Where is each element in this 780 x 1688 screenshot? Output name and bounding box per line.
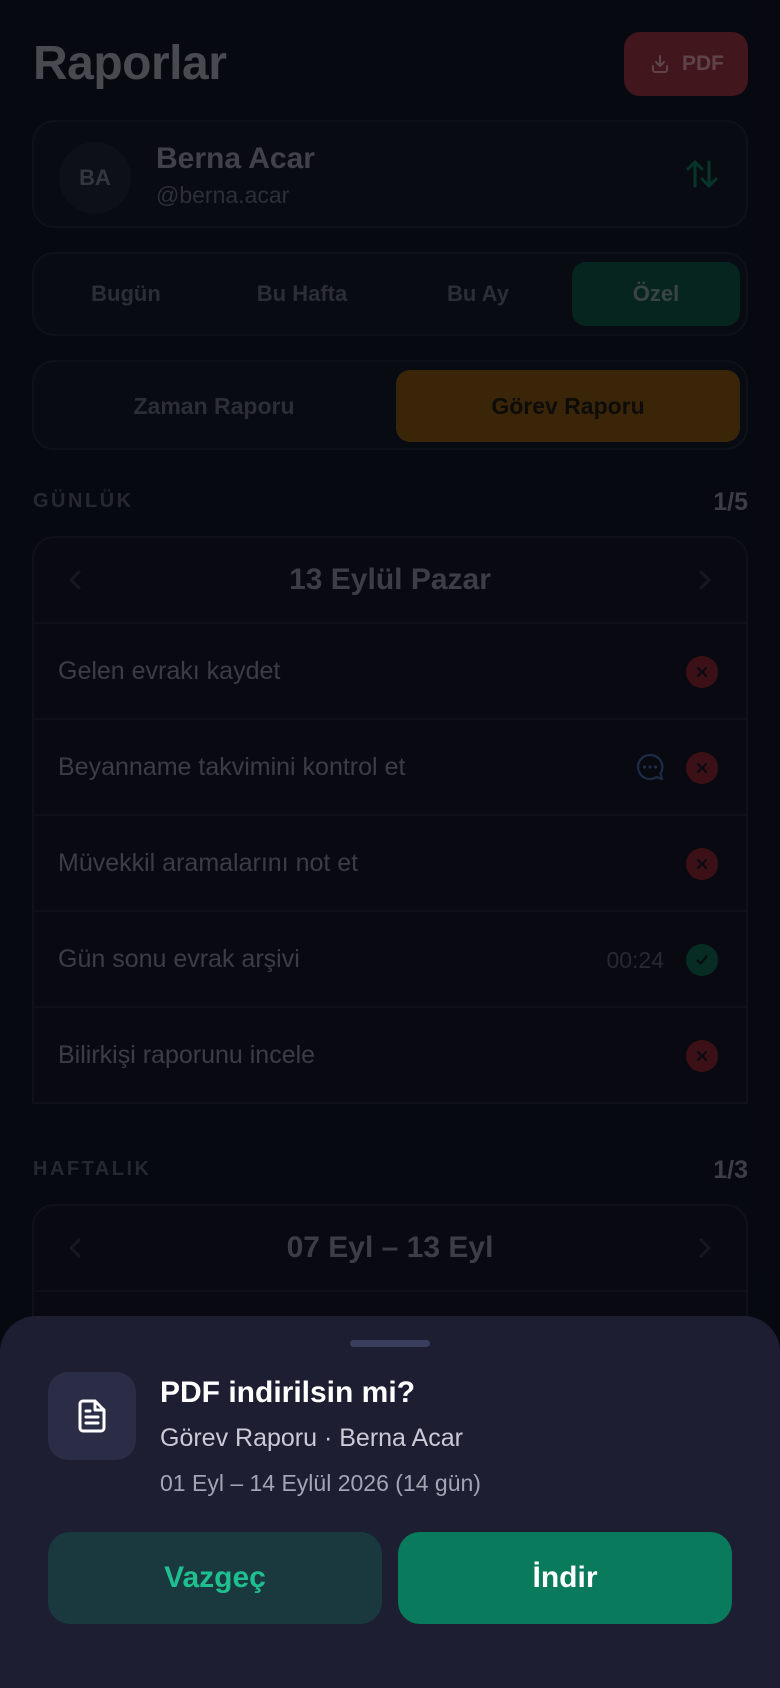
user-handle: @berna.acar [156,182,290,208]
weekly-task-list: 07 Eyl – 13 Eyl [32,1204,748,1324]
task-title: Beyanname takvimini kontrol et [58,752,406,781]
sheet-title: PDF indirilsin mi? [160,1376,416,1409]
sheet-grabber[interactable] [350,1340,430,1347]
task-title: Bilirkişi raporunu incele [58,1040,316,1069]
sheet-date-range: 01 Eyl – 14 Eylül 2026 (14 gün) [160,1470,481,1496]
daily-date-header: 13 Eylül Pazar [34,538,746,624]
task-duration: 00:24 [606,947,664,973]
daily-date: 13 Eylül Pazar [289,563,491,596]
page-title: Raporlar [33,37,227,90]
chat-bubble-icon[interactable] [634,751,666,783]
daily-task-list: 13 Eylül Pazar Gelen evrakı kaydet Beyan… [32,536,748,1104]
user-name: Berna Acar [156,142,315,175]
task-title: Müvekkil aramalarını not et [58,848,359,877]
task-row[interactable]: Bilirkişi raporunu incele [34,1008,746,1102]
weekly-section-label: HAFTALIK [33,1158,152,1180]
tab-this-month[interactable]: Bu Ay [394,262,562,326]
document-icon [78,1399,106,1433]
chevron-left-icon[interactable] [62,1234,90,1262]
swap-vertical-icon[interactable] [682,154,722,194]
chevron-left-icon[interactable] [62,566,90,594]
download-icon [652,55,668,73]
chevron-right-icon[interactable] [690,1234,718,1262]
chevron-right-icon[interactable] [690,566,718,594]
pdf-export-label: PDF [682,52,724,75]
task-row[interactable]: Gün sonu evrak arşivi 00:24 [34,912,746,1008]
check-status-icon [686,944,718,976]
avatar: BA [59,142,131,214]
document-tile [48,1372,136,1460]
user-selector-card[interactable]: BA Berna Acar @berna.acar [32,120,748,228]
daily-page-count: 1/5 [713,488,748,516]
sheet-subtitle: Görev Raporu · Berna Acar [160,1424,463,1452]
daily-section-label: GÜNLÜK [33,490,134,512]
pdf-download-sheet: PDF indirilsin mi? Görev Raporu · Berna … [0,1316,780,1688]
weekly-page-count: 1/3 [713,1156,748,1184]
report-type-segmented-control: Zaman Raporu Görev Raporu [32,360,748,450]
failed-status-icon [686,1040,718,1072]
weekly-date-header: 07 Eyl – 13 Eyl [34,1206,746,1292]
pdf-export-button[interactable]: PDF [624,32,748,96]
tab-custom[interactable]: Özel [572,262,740,326]
failed-status-icon [686,752,718,784]
task-title: Gün sonu evrak arşivi [58,944,300,973]
failed-status-icon [686,656,718,688]
tab-today[interactable]: Bugün [42,262,210,326]
task-row[interactable]: Müvekkil aramalarını not et [34,816,746,912]
task-title: Gelen evrakı kaydet [58,656,281,685]
task-row[interactable]: Beyanname takvimini kontrol et [34,720,746,816]
tab-task-report[interactable]: Görev Raporu [396,370,740,442]
weekly-date: 07 Eyl – 13 Eyl [286,1231,494,1264]
tab-this-week[interactable]: Bu Hafta [218,262,386,326]
tab-time-report[interactable]: Zaman Raporu [42,370,386,442]
cancel-button[interactable]: Vazgeç [48,1532,382,1624]
task-row[interactable]: Gelen evrakı kaydet [34,624,746,720]
period-segmented-control: Bugün Bu Hafta Bu Ay Özel [32,252,748,336]
failed-status-icon [686,848,718,880]
download-button[interactable]: İndir [398,1532,732,1624]
